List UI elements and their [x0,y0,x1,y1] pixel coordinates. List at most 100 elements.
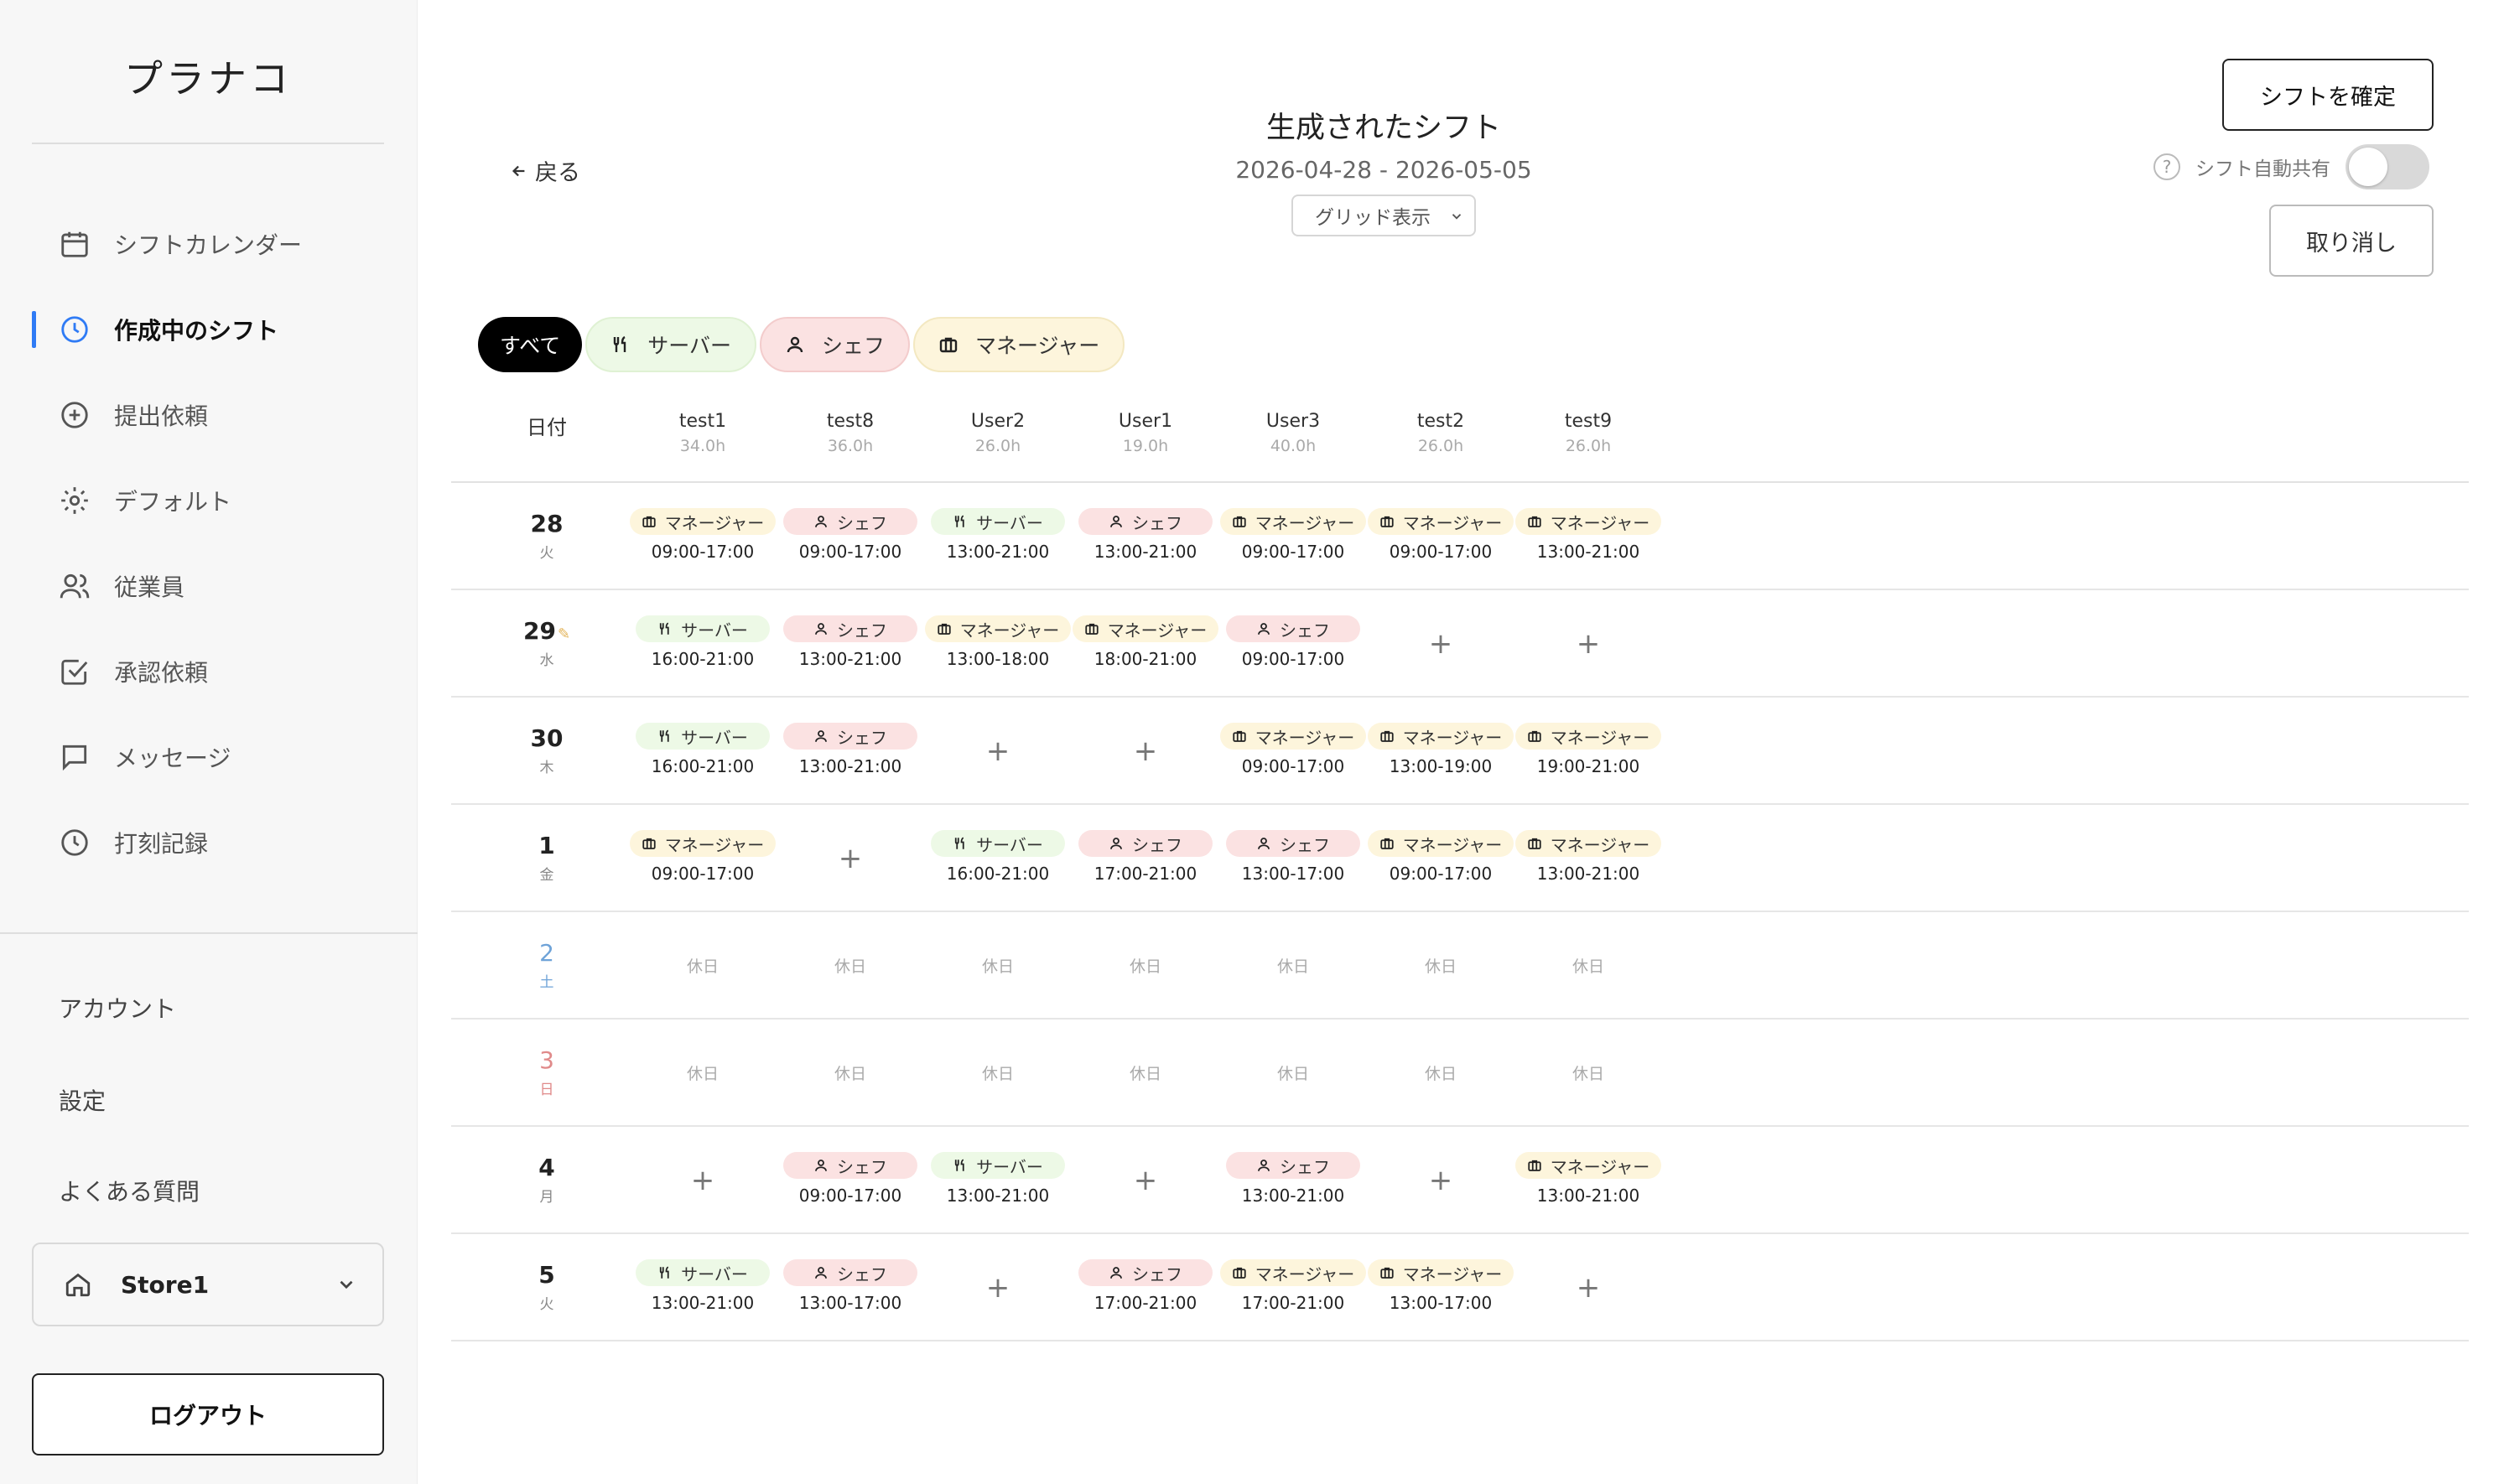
shift-cell[interactable]: シェフ 13:00-17:00 [777,1259,924,1313]
logout-button[interactable]: ログアウト [32,1373,384,1455]
add-shift-button[interactable]: + [777,842,924,875]
sidebar-item-6[interactable]: メッセージ [32,714,418,800]
shift-cell[interactable]: マネージャー 13:00-21:00 [1514,830,1662,884]
sidebar-link-settings[interactable]: 設定 [59,1083,106,1117]
role-badge-manager: マネージャー [1219,1259,1367,1286]
shift-cell[interactable]: マネージャー 13:00-21:00 [1514,1152,1662,1206]
back-link[interactable]: 戻る [510,154,580,187]
gear-icon [57,483,92,518]
auto-share-toggle[interactable] [2346,144,2429,189]
confirm-shift-button[interactable]: シフトを確定 [2222,59,2434,131]
briefcase-icon [1232,1265,1255,1280]
shift-cell[interactable]: マネージャー 18:00-21:00 [1072,615,1219,669]
briefcase-icon [642,514,665,529]
shift-cell[interactable]: マネージャー 17:00-21:00 [1219,1259,1367,1313]
sidebar-link-account[interactable]: アカウント [59,991,176,1025]
add-shift-button[interactable]: + [1072,1164,1219,1197]
sidebar-item-7[interactable]: 打刻記録 [32,800,418,885]
add-shift-button[interactable]: + [924,734,1072,768]
view-mode-select[interactable]: グリッド表示 [1291,195,1476,236]
day-label: 1金 [495,832,599,884]
sidebar-item-2[interactable]: 提出依頼 [32,372,418,458]
day-off-label: 休日 [1571,1065,1604,1083]
employee-column-header: test8 36.0h [777,411,924,455]
shift-cell[interactable]: シェフ 13:00-17:00 [1219,830,1367,884]
briefcase-icon [1379,729,1403,744]
shift-cell[interactable]: シェフ 13:00-21:00 [1219,1152,1367,1206]
shift-cell[interactable]: シェフ 17:00-21:00 [1072,1259,1219,1313]
shift-time: 13:00-21:00 [798,756,902,776]
add-shift-button[interactable]: + [629,1164,777,1197]
shift-cell[interactable]: シェフ 13:00-21:00 [777,723,924,776]
weekday: 水 [539,652,554,669]
shift-cell[interactable]: シェフ 09:00-17:00 [777,1152,924,1206]
shift-cell[interactable]: マネージャー 09:00-17:00 [1367,830,1514,884]
shift-cell[interactable]: サーバー 13:00-21:00 [924,1152,1072,1206]
day-off-label: 休日 [834,957,866,976]
shift-cell[interactable]: シェフ 09:00-17:00 [777,508,924,562]
day-row: 5 火サーバー 13:00-21:00 シェフ 13:00-17:00 + シェフ 17:00… [451,1234,2469,1341]
sidebar-item-label: デフォルト [114,488,232,516]
shift-cell[interactable]: サーバー 16:00-21:00 [629,723,777,776]
day-label: 28 火 [495,510,599,562]
filter-chef[interactable]: シェフ [760,317,911,372]
sidebar-nav: シフトカレンダー 作成中のシフト 提出依頼デフォルト従業員 承認依頼 メッセージ 打刻記録 [32,201,418,885]
sidebar-item-0[interactable]: シフトカレンダー [32,201,418,287]
shift-cell[interactable]: マネージャー 09:00-17:00 [1219,723,1367,776]
shift-cell[interactable]: サーバー 13:00-21:00 [629,1259,777,1313]
auto-share-control: ? シフト自動共有 [2153,144,2429,189]
shift-cell[interactable]: マネージャー 19:00-21:00 [1514,723,1662,776]
sidebar-link-faq[interactable]: よくある質問 [59,1174,200,1207]
grid-header: 日付 test1 34.0h test8 36.0h User2 26.0h User1 19… [451,401,2469,483]
day-number: 29 [522,617,556,645]
shift-time: 16:00-21:00 [651,649,755,669]
add-shift-button[interactable]: + [1072,734,1219,768]
shift-cell[interactable]: マネージャー 13:00-19:00 [1367,723,1514,776]
user-icon [813,729,837,744]
shift-cell[interactable]: サーバー 13:00-21:00 [924,508,1072,562]
help-icon[interactable]: ? [2153,153,2180,180]
employee-hours: 19.0h [1122,437,1169,455]
filter-all[interactable]: すべて [478,317,583,372]
filter-all-label: すべて [500,334,561,358]
utensils-icon [953,514,976,529]
shift-cell[interactable]: シェフ 13:00-21:00 [1072,508,1219,562]
utensils-icon [953,836,976,851]
sidebar-item-1[interactable]: 作成中のシフト [32,287,418,372]
cancel-button[interactable]: 取り消し [2269,205,2434,277]
sidebar-item-3[interactable]: デフォルト [32,458,418,543]
add-shift-button[interactable]: + [1514,1271,1662,1305]
shift-cell[interactable]: マネージャー 09:00-17:00 [629,508,777,562]
role-label: マネージャー [1107,620,1208,641]
shift-cell[interactable]: サーバー 16:00-21:00 [924,830,1072,884]
day-row: 28 火 マネージャー 09:00-17:00 シェフ 09:00-17:00 サーバー 13… [451,483,2469,590]
shift-time: 16:00-21:00 [946,864,1050,884]
role-badge-server: サーバー [931,508,1065,535]
shift-time: 09:00-17:00 [651,542,755,562]
store-select[interactable]: Store1 [32,1243,384,1326]
sidebar-item-5[interactable]: 承認依頼 [32,629,418,714]
role-badge-server: サーバー [636,1259,770,1286]
shift-cell[interactable]: マネージャー 09:00-17:00 [1367,508,1514,562]
day-label: 2土 [495,939,599,991]
shift-cell[interactable]: マネージャー 09:00-17:00 [629,830,777,884]
filter-manager[interactable]: マネージャー [913,317,1125,372]
add-shift-button[interactable]: + [924,1271,1072,1305]
role-badge-server: サーバー [931,830,1065,857]
role-label: シェフ [837,512,887,533]
shift-cell[interactable]: マネージャー 13:00-21:00 [1514,508,1662,562]
sidebar-item-4[interactable]: 従業員 [32,543,418,629]
shift-cell[interactable]: マネージャー 09:00-17:00 [1219,508,1367,562]
shift-cell[interactable]: シェフ 13:00-21:00 [777,615,924,669]
shift-cell[interactable]: シェフ 17:00-21:00 [1072,830,1219,884]
add-shift-button[interactable]: + [1514,627,1662,661]
shift-time: 13:00-21:00 [1536,864,1640,884]
add-shift-button[interactable]: + [1367,627,1514,661]
shift-cell[interactable]: マネージャー 13:00-17:00 [1367,1259,1514,1313]
add-shift-button[interactable]: + [1367,1164,1514,1197]
day-label: 3日 [495,1046,599,1098]
shift-cell[interactable]: サーバー 16:00-21:00 [629,615,777,669]
filter-server[interactable]: サーバー [585,317,757,372]
shift-cell[interactable]: シェフ 09:00-17:00 [1219,615,1367,669]
shift-cell[interactable]: マネージャー 13:00-18:00 [924,615,1072,669]
